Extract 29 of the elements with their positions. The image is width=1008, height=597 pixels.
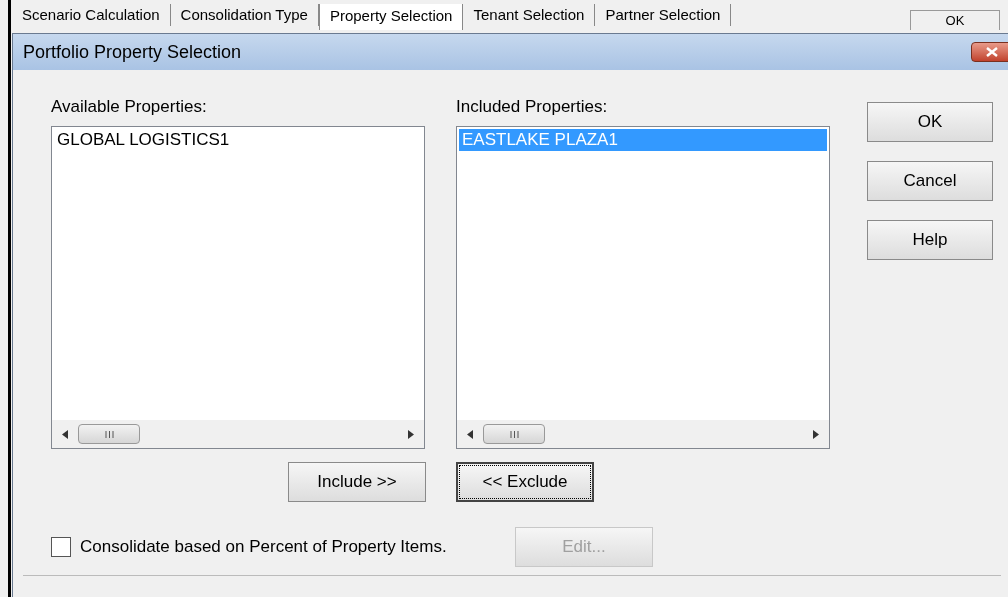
horizontal-scrollbar[interactable] [457, 420, 829, 448]
window-title: Portfolio Property Selection [23, 40, 242, 64]
tab[interactable]: Partner Selection [595, 4, 732, 26]
background-button[interactable]: OK [910, 10, 1000, 30]
scroll-thumb[interactable] [483, 424, 545, 444]
dialog-button[interactable]: OK [867, 102, 993, 142]
scroll-right-icon[interactable] [408, 429, 414, 439]
list-label: Included Properties: [456, 96, 609, 118]
dialog-button[interactable]: Include >> [288, 462, 426, 502]
tab[interactable]: Tenant Selection [463, 4, 596, 26]
scroll-right-icon[interactable] [813, 429, 819, 439]
close-button[interactable] [971, 42, 1008, 62]
dialog-button[interactable]: << Exclude [456, 462, 594, 502]
dialog-button[interactable]: Help [867, 220, 993, 260]
scroll-left-icon[interactable] [467, 429, 473, 439]
dialog-button[interactable]: Cancel [867, 161, 993, 201]
list-label: Available Properties: [51, 96, 208, 118]
scroll-left-icon[interactable] [62, 429, 68, 439]
list-item[interactable]: GLOBAL LOGISTICS1 [54, 129, 422, 151]
tab[interactable]: Property Selection [318, 4, 464, 30]
checkbox[interactable] [51, 537, 71, 557]
scroll-thumb[interactable] [78, 424, 140, 444]
grip-icon [509, 430, 519, 438]
close-icon [986, 47, 998, 57]
grip-icon [104, 430, 114, 438]
tab[interactable]: Scenario Calculation [12, 4, 171, 26]
horizontal-scrollbar[interactable] [52, 420, 424, 448]
tab[interactable]: Consolidation Type [170, 4, 319, 26]
checkbox-label: Consolidate based on Percent of Property Items. [80, 536, 448, 559]
